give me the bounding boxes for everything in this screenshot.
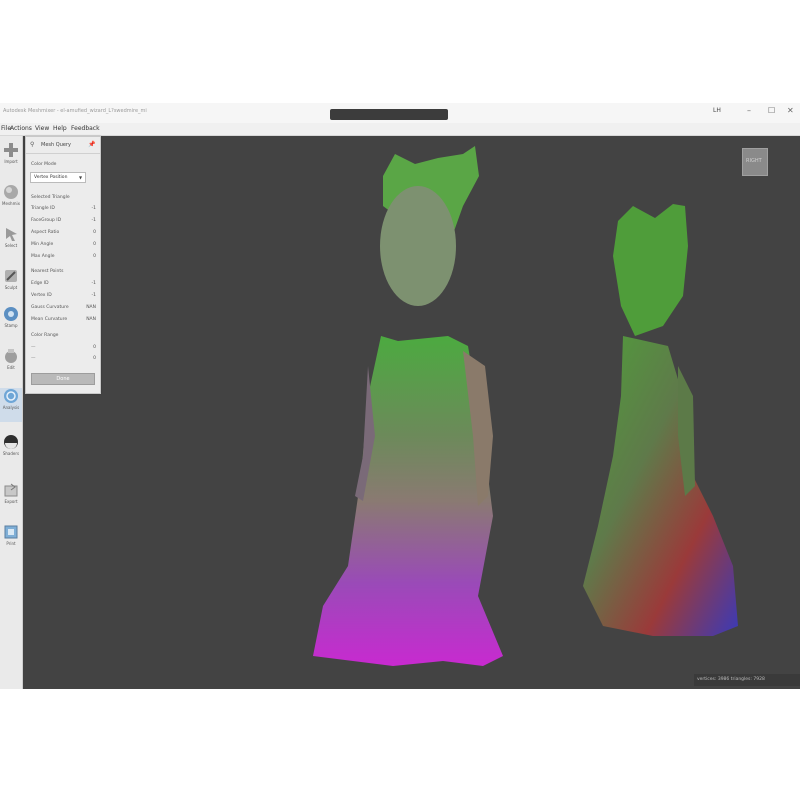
menu-feedback[interactable]: Feedback — [71, 125, 100, 132]
tool-import[interactable]: Import — [0, 142, 22, 164]
meshmixer-window: Autodesk Meshmixer - el-amufied_wizard_L… — [0, 103, 800, 689]
export-icon — [4, 483, 18, 497]
triangle-row-label: Min Angle — [31, 242, 54, 247]
plus-icon — [4, 143, 18, 157]
nearest-row-value: NAN — [86, 317, 96, 322]
nearest-row-value: -1 — [91, 293, 97, 298]
shaders-icon — [4, 435, 18, 449]
select-arrow-icon — [6, 228, 17, 241]
tool-label: Sculpt — [4, 285, 18, 290]
title-center-bar — [330, 109, 448, 120]
menu-view[interactable]: View — [35, 125, 49, 132]
triangle-row-value: 0 — [93, 230, 96, 235]
color-mode-label: Color Mode — [31, 162, 57, 167]
color-range-max-value[interactable]: 0 — [86, 356, 96, 361]
view-cube-label: RIGHT — [746, 158, 762, 164]
stamp-icon — [4, 307, 18, 321]
tool-export[interactable]: Export — [0, 482, 22, 504]
nearest-row-label: Edge ID — [31, 281, 49, 286]
nearest-points-heading: Nearest Points — [31, 269, 64, 274]
status-bar: vertices: 3986 triangles: 7928 — [694, 674, 800, 686]
color-range-min-value[interactable]: 0 — [86, 345, 96, 350]
triangle-row-value: -1 — [91, 206, 97, 211]
tool-icon: ⚲ — [30, 141, 35, 148]
color-range-min-label: — — [31, 345, 36, 350]
sphere-icon — [4, 185, 18, 199]
print-icon — [4, 525, 18, 539]
tool-label: Edit — [7, 365, 15, 370]
tool-label: Select — [4, 243, 18, 248]
tool-shaders[interactable]: Shaders — [0, 434, 22, 456]
brush-icon — [5, 270, 17, 282]
tool-label: Export — [4, 499, 18, 504]
triangle-row-label: Triangle ID — [31, 206, 55, 211]
color-range-heading: Color Range — [31, 333, 59, 338]
panel-header: ⚲ Mesh Query 📌 — [26, 137, 100, 154]
triangle-row-label: Max Angle — [31, 254, 55, 259]
tool-label: Print — [6, 541, 16, 546]
edit-icon — [5, 349, 17, 363]
selected-triangle-heading: Selected Triangle — [31, 195, 70, 200]
triangle-row-value: -1 — [91, 218, 97, 223]
tool-label: Stamp — [4, 323, 18, 328]
minimize-icon[interactable]: – — [747, 106, 751, 115]
tool-label: Meshmix — [2, 201, 20, 206]
tool-sculpt[interactable]: Sculpt — [0, 268, 22, 290]
triangle-row-value: 0 — [93, 242, 96, 247]
tool-select[interactable]: Select — [0, 226, 22, 248]
tool-label: Analysis — [2, 405, 20, 410]
done-button[interactable]: Done — [31, 373, 95, 385]
color-range-max-label: — — [31, 356, 36, 361]
color-mode-select[interactable]: Vertex Position ▼ — [30, 172, 86, 183]
nearest-row-value: NAN — [86, 305, 96, 310]
triangle-row-label: FaceGroup ID — [31, 218, 62, 223]
nearest-row-label: Gauss Curvature — [31, 305, 69, 310]
mesh-query-panel: ⚲ Mesh Query 📌 Color Mode Vertex Positio… — [25, 136, 101, 394]
color-mode-value: Vertex Position — [34, 175, 68, 180]
tool-print[interactable]: Print — [0, 524, 22, 546]
view-cube[interactable]: RIGHT — [742, 148, 768, 176]
triangle-row-label: Aspect Ratio — [31, 230, 60, 235]
tool-analysis[interactable]: Analysis — [0, 388, 22, 422]
nearest-row-label: Vertex ID — [31, 293, 52, 298]
figure-back — [583, 204, 738, 636]
triangle-row-value: 0 — [93, 254, 96, 259]
nearest-row-value: -1 — [91, 281, 97, 286]
tool-label: Shaders — [2, 451, 20, 456]
close-icon[interactable]: ✕ — [787, 106, 794, 115]
menu-help[interactable]: Help — [53, 125, 67, 132]
menu-actions[interactable]: Actions — [10, 125, 32, 132]
maximize-icon[interactable]: ☐ — [768, 106, 775, 115]
tool-edit[interactable]: Edit — [0, 348, 22, 370]
scene-render — [313, 146, 738, 666]
tool-label: Import — [4, 159, 18, 164]
panel-title: Mesh Query — [41, 142, 71, 148]
figure-front — [313, 146, 503, 666]
3d-viewport[interactable] — [23, 136, 800, 689]
pin-icon[interactable]: 📌 — [88, 141, 95, 148]
left-toolbar: Import Meshmix Select Sculpt Stamp Edit … — [0, 136, 23, 689]
menu-bar: File Actions View Help Feedback — [0, 123, 800, 136]
window-title: Autodesk Meshmixer - el-amufied_wizard_L… — [3, 108, 147, 114]
tool-stamp[interactable]: Stamp — [0, 306, 22, 328]
nearest-row-label: Mean Curvature — [31, 317, 68, 322]
user-badge[interactable]: LH — [713, 107, 721, 114]
analysis-icon — [4, 389, 18, 403]
title-bar: Autodesk Meshmixer - el-amufied_wizard_L… — [0, 103, 800, 123]
tool-meshmix[interactable]: Meshmix — [0, 184, 22, 206]
chevron-down-icon: ▼ — [79, 175, 83, 180]
